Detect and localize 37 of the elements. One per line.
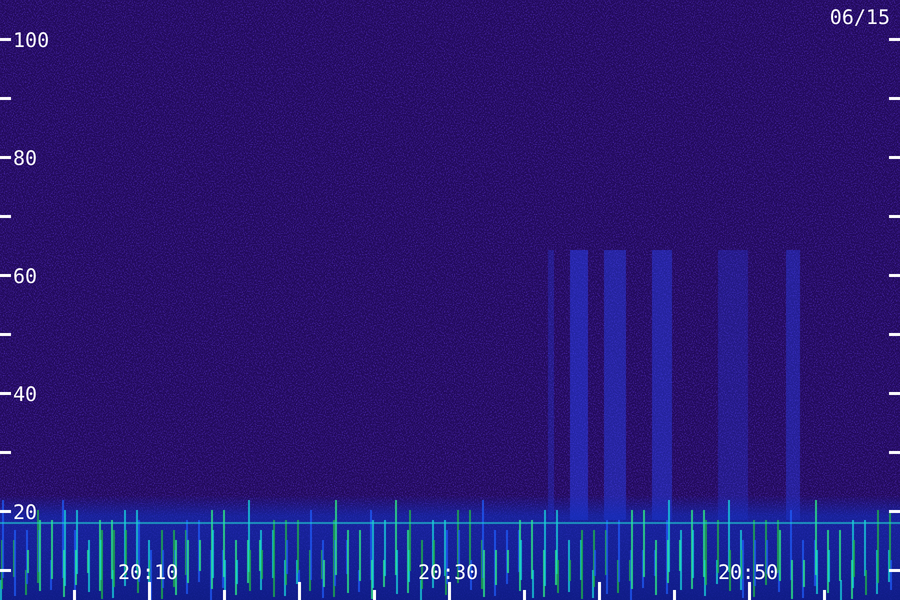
tick-mark: [223, 590, 226, 600]
tick-mark: [889, 392, 900, 395]
tick-mark: [889, 274, 900, 277]
tick-mark: [0, 333, 11, 336]
tick-mark: [889, 97, 900, 100]
tick-mark: [748, 582, 751, 600]
axis-label: 100: [13, 27, 50, 53]
axis-label: 60: [13, 263, 38, 289]
tick-mark: [73, 590, 76, 600]
tick-mark: [0, 451, 11, 454]
tick-mark: [598, 582, 601, 600]
tick-mark: [673, 590, 676, 600]
axis-label: 20: [13, 499, 38, 525]
tick-mark: [448, 582, 451, 600]
tick-mark: [0, 156, 11, 159]
tick-mark: [0, 215, 11, 218]
date-label: 06/15: [830, 4, 890, 30]
tick-mark: [889, 215, 900, 218]
tick-mark: [0, 274, 11, 277]
tick-mark: [148, 582, 151, 600]
tick-mark: [0, 392, 11, 395]
tick-mark: [889, 510, 900, 513]
tick-mark: [889, 569, 900, 572]
tick-mark: [373, 590, 376, 600]
axis-label: 40: [13, 381, 38, 407]
tick-mark: [523, 590, 526, 600]
tick-mark: [0, 569, 11, 572]
tick-mark: [889, 451, 900, 454]
tick-mark: [823, 590, 826, 600]
axis-label: 80: [13, 145, 38, 171]
tick-mark: [298, 582, 301, 600]
tick-mark: [889, 333, 900, 336]
tick-mark: [889, 156, 900, 159]
tick-mark: [0, 38, 11, 41]
tick-mark: [0, 97, 11, 100]
tick-mark: [889, 38, 900, 41]
tick-mark: [0, 510, 11, 513]
